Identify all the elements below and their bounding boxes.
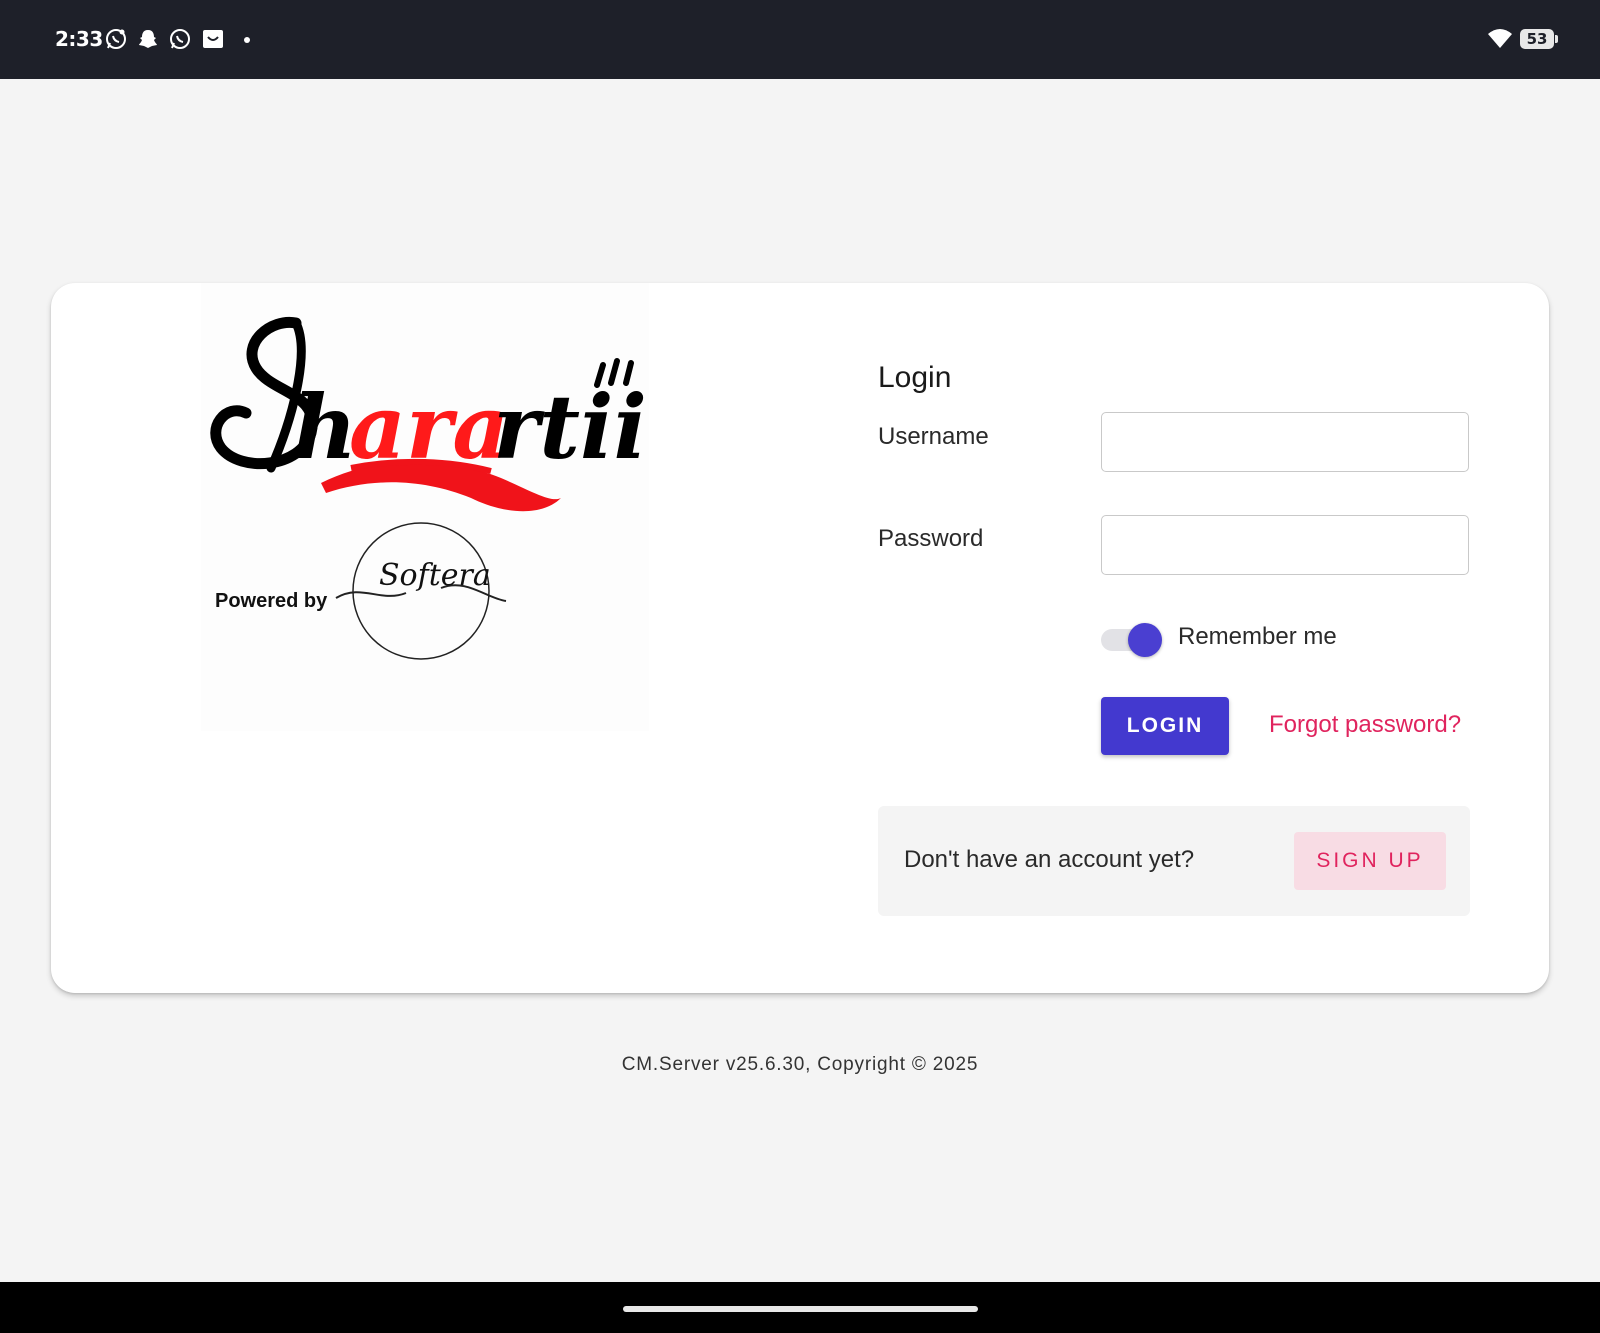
status-time: 2:33 [55, 27, 103, 51]
signup-panel: Don't have an account yet? SIGN UP [878, 806, 1470, 916]
whatsapp-business-icon [106, 29, 126, 49]
username-label: Username [878, 423, 989, 450]
forgot-password-link[interactable]: Forgot password? [1269, 711, 1461, 739]
wifi-icon [1488, 29, 1512, 48]
powered-by-label: Powered by [215, 590, 328, 612]
footer-copyright: CM.Server v25.6.30, Copyright © 2025 [621, 1054, 979, 1075]
navigation-bar [0, 1282, 1600, 1333]
whatsapp-icon [170, 29, 190, 49]
inbox-icon [203, 30, 223, 48]
login-title: Login [878, 361, 952, 394]
sharartii-logo-graphic: h ara rtii Softera [210, 316, 647, 660]
remember-me-label[interactable]: Remember me [1178, 623, 1337, 651]
signup-button[interactable]: SIGN UP [1294, 832, 1446, 890]
snapchat-icon [139, 30, 157, 48]
brand-logo: h ara rtii Softera Powered by [201, 283, 649, 731]
softera-wordmark: Softera [379, 558, 491, 593]
more-notifications-dot [244, 37, 250, 43]
login-card: h ara rtii Softera Powered by Login User… [51, 283, 1549, 993]
battery-icon: 53 [1520, 29, 1558, 49]
logo-letters-rtii: rtii [493, 375, 647, 479]
status-bar: 2:33 53 [0, 0, 1600, 79]
password-label: Password [878, 525, 984, 552]
password-input[interactable] [1101, 515, 1469, 575]
username-input[interactable] [1101, 412, 1469, 472]
login-button[interactable]: LOGIN [1101, 697, 1229, 755]
home-gesture-handle[interactable] [623, 1306, 978, 1312]
logo-letters-h: h [293, 375, 357, 479]
toggle-thumb[interactable] [1128, 623, 1162, 657]
signup-prompt: Don't have an account yet? [904, 846, 1195, 873]
